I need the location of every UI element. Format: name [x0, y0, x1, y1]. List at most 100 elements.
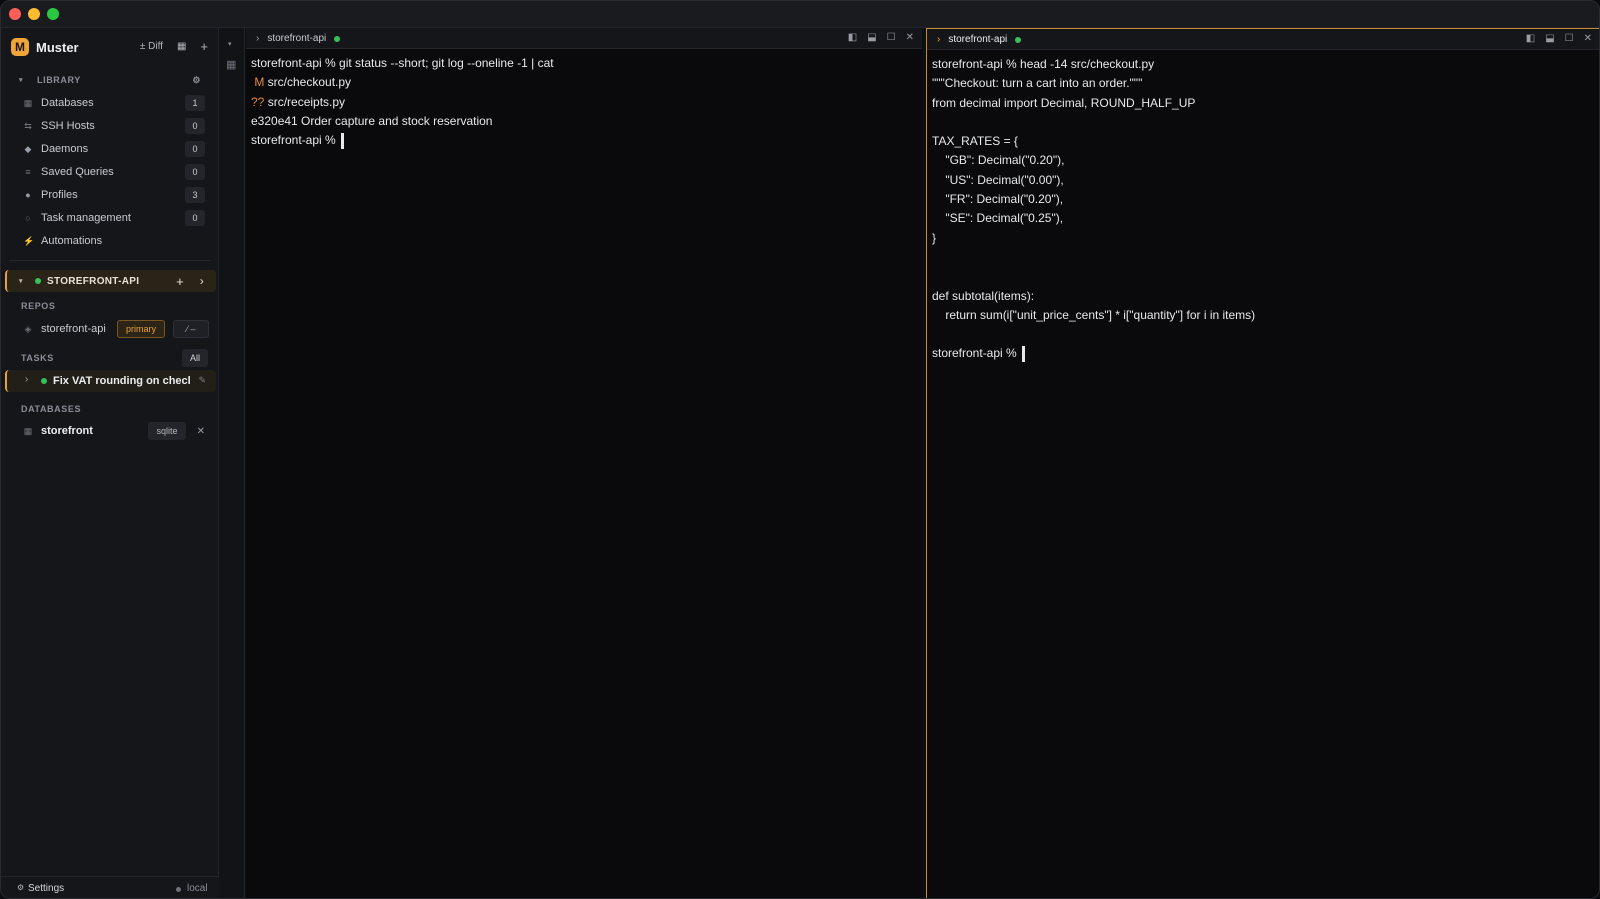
library-item-count: 0 — [185, 210, 205, 226]
pane-controls: ◧ ⬓ ☐ ✕ — [1526, 33, 1592, 44]
pane-status-dot — [334, 35, 341, 42]
split-horizontal-icon[interactable]: ⬓ — [1545, 33, 1554, 44]
sidebar-footer: ⚙ Settings local — [1, 876, 219, 898]
terminal-prompt-line: storefront-api % — [932, 344, 1595, 363]
tasks-header: TASKS All — [1, 349, 219, 367]
maximize-icon[interactable]: ☐ — [1565, 33, 1574, 44]
line-text: storefront-api % git status --short; git… — [251, 56, 554, 70]
library-item-count: 3 — [185, 187, 205, 203]
ssh-icon: ⇆ — [24, 120, 32, 131]
title-bar — [1, 1, 1599, 28]
databases-header: DATABASES — [1, 401, 219, 417]
close-icon[interactable]: ✕ — [1584, 33, 1592, 44]
database-icon: ▦ — [23, 97, 33, 108]
brand: M Muster — [11, 37, 79, 57]
terminal-output[interactable]: storefront-api % git status --short; git… — [251, 54, 917, 150]
text-cursor — [341, 133, 345, 150]
task-title: Fix VAT rounding on checkout — [53, 375, 190, 387]
line-text: e320e41 Order capture and stock reservat… — [251, 113, 493, 128]
app-name: Muster — [36, 39, 79, 55]
brand-actions: ± Diff ▦ + — [140, 39, 208, 54]
split-vertical-icon[interactable]: ◧ — [1526, 33, 1535, 44]
library-item-label: Task management — [41, 212, 131, 224]
line-text: src/checkout.py — [264, 75, 352, 90]
split-horizontal-icon[interactable]: ⬓ — [867, 32, 876, 43]
project-name: STOREFRONT-API — [47, 275, 140, 287]
terminal-line: def subtotal(items): — [932, 287, 1595, 306]
terminal-output[interactable]: storefront-api % head -14 src/checkout.p… — [932, 55, 1595, 364]
line-text: "US": Decimal("0.00"), — [932, 172, 1064, 187]
panel-icon[interactable]: ▦ — [226, 58, 236, 71]
line-text: TAX_RATES = { — [932, 134, 1018, 149]
line-text: src/receipts.py — [264, 94, 346, 109]
library-item-daemons[interactable]: ◆ Daemons 0 — [1, 138, 219, 160]
project-header[interactable]: ▾ STOREFRONT-API + › — [5, 270, 216, 292]
branch-button[interactable]: ⁄ – — [173, 320, 209, 338]
sidebar: M Muster ± Diff ▦ + ▾ LIBRARY ⚙ ▦ Databa… — [1, 28, 219, 898]
library-item-task-management[interactable]: ○ Task management 0 — [1, 207, 219, 229]
chevron-right-icon[interactable]: › — [200, 274, 204, 288]
terminal-line: "FR": Decimal("0.20"), — [932, 190, 1595, 209]
collapse-icon: ▾ — [19, 278, 23, 285]
terminal-pane-right[interactable]: › storefront-api ◧ ⬓ ☐ ✕ storefront-api … — [926, 28, 1599, 898]
repo-item[interactable]: ◈ storefront-api primary ⁄ – — [1, 318, 219, 340]
terminal-line: e320e41 Order capture and stock reservat… — [251, 112, 917, 131]
library-heading: LIBRARY — [37, 75, 81, 85]
add-icon[interactable]: + — [176, 274, 184, 289]
edit-icon[interactable]: ✎ — [198, 375, 206, 386]
terminal-line: storefront-api % head -14 src/checkout.p… — [932, 55, 1595, 74]
library-item-profiles[interactable]: ● Profiles 3 — [1, 184, 219, 206]
add-button[interactable]: + — [200, 39, 208, 54]
close-window-button[interactable] — [9, 8, 21, 20]
prompt-text: storefront-api % — [251, 133, 340, 148]
close-icon[interactable]: ✕ — [197, 426, 205, 437]
terminal-line: M src/checkout.py — [251, 73, 917, 92]
library-item-label: Profiles — [41, 189, 78, 201]
repos-heading: REPOS — [21, 301, 56, 311]
app-window: M Muster ± Diff ▦ + ▾ LIBRARY ⚙ ▦ Databa… — [0, 0, 1600, 899]
library-item-automations[interactable]: ⚡ Automations — [1, 230, 219, 252]
grid-icon[interactable]: ▦ — [177, 41, 186, 52]
line-text: def subtotal(items): — [932, 288, 1035, 303]
maximize-icon[interactable]: ☐ — [887, 32, 896, 43]
pane-header: › storefront-api ◧ ⬓ ☐ ✕ — [927, 29, 1599, 50]
pane-title-text: storefront-api — [948, 34, 1008, 45]
diff-button[interactable]: ± Diff — [140, 41, 163, 52]
library-item-label: SSH Hosts — [41, 120, 95, 132]
library-header[interactable]: ▾ LIBRARY ⚙ — [1, 72, 219, 88]
connection-status: local — [187, 883, 208, 894]
library-item-count: 0 — [185, 164, 205, 180]
chevron-down-icon[interactable]: ▾ — [228, 40, 232, 48]
database-icon: ▦ — [23, 425, 33, 436]
pane-tab[interactable]: › storefront-api — [256, 33, 341, 44]
line-text: "SE": Decimal("0.25"), — [932, 211, 1064, 226]
gear-icon[interactable]: ⚙ — [192, 75, 201, 86]
side-toolbar: ▾ ▦ — [219, 28, 245, 898]
pane-tab[interactable]: › storefront-api — [937, 34, 1022, 45]
terminal-line: return sum(i["unit_price_cents"] * i["qu… — [932, 306, 1595, 325]
text-cursor — [1022, 346, 1026, 363]
pane-header: › storefront-api ◧ ⬓ ☐ ✕ — [246, 28, 922, 49]
minimize-window-button[interactable] — [28, 8, 40, 20]
library-item-ssh-hosts[interactable]: ⇆ SSH Hosts 0 — [1, 115, 219, 137]
terminal-line: """Checkout: turn a cart into an order."… — [932, 74, 1595, 93]
terminal-prompt-line: storefront-api % — [251, 131, 917, 150]
split-vertical-icon[interactable]: ◧ — [848, 32, 857, 43]
terminal-line: ?? src/receipts.py — [251, 93, 917, 112]
database-item[interactable]: ▦ storefront sqlite ✕ — [1, 420, 219, 442]
prompt-text: storefront-api % — [932, 346, 1021, 361]
database-name: storefront — [41, 425, 93, 437]
terminal-line: storefront-api % git status --short; git… — [251, 54, 917, 73]
settings-button[interactable]: Settings — [28, 883, 64, 894]
library-item-databases[interactable]: ▦ Databases 1 — [1, 92, 219, 114]
close-icon[interactable]: ✕ — [906, 32, 914, 43]
zoom-window-button[interactable] — [47, 8, 59, 20]
task-item[interactable]: › Fix VAT rounding on checkout ✎ — [5, 370, 216, 392]
line-text: storefront-api % head -14 src/checkout.p… — [932, 57, 1155, 71]
terminal-pane-left[interactable]: › storefront-api ◧ ⬓ ☐ ✕ storefront-api … — [246, 28, 922, 898]
library-item-saved-queries[interactable]: ≡ Saved Queries 0 — [1, 161, 219, 183]
library-item-count: 0 — [185, 118, 205, 134]
tasks-filter-button[interactable]: All — [182, 349, 208, 367]
